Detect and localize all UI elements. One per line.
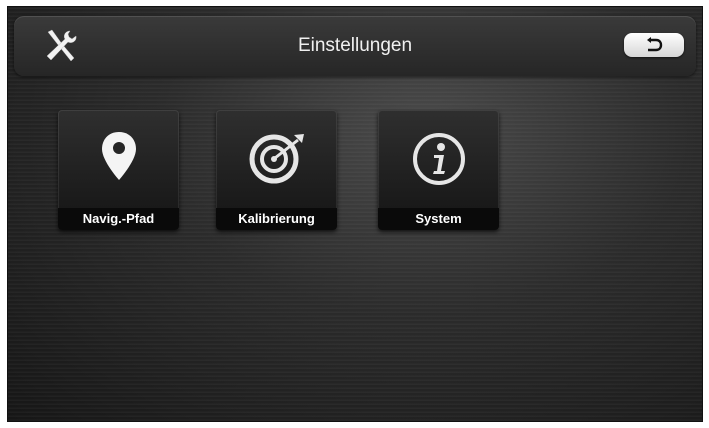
back-arrow-icon xyxy=(647,37,663,52)
menu-item-label: Kalibrierung xyxy=(216,208,337,230)
info-icon xyxy=(412,133,465,185)
tools-button[interactable] xyxy=(40,28,80,64)
page-title: Einstellungen xyxy=(297,35,413,56)
back-button[interactable] xyxy=(624,33,684,57)
settings-screen: Einstellungen Navig.-Pfad Kalibrierung S… xyxy=(7,6,703,422)
menu-item-system[interactable]: System xyxy=(378,110,499,230)
menu-item-label: System xyxy=(378,208,499,230)
tools-icon xyxy=(46,29,77,62)
menu-item-navig-pfad[interactable]: Navig.-Pfad xyxy=(58,110,179,230)
menu-item-kalibrierung[interactable]: Kalibrierung xyxy=(216,110,337,230)
target-icon xyxy=(249,134,304,184)
location-pin-icon xyxy=(101,132,136,180)
menu-item-label: Navig.-Pfad xyxy=(58,208,179,230)
title-bar: Einstellungen xyxy=(14,16,696,76)
